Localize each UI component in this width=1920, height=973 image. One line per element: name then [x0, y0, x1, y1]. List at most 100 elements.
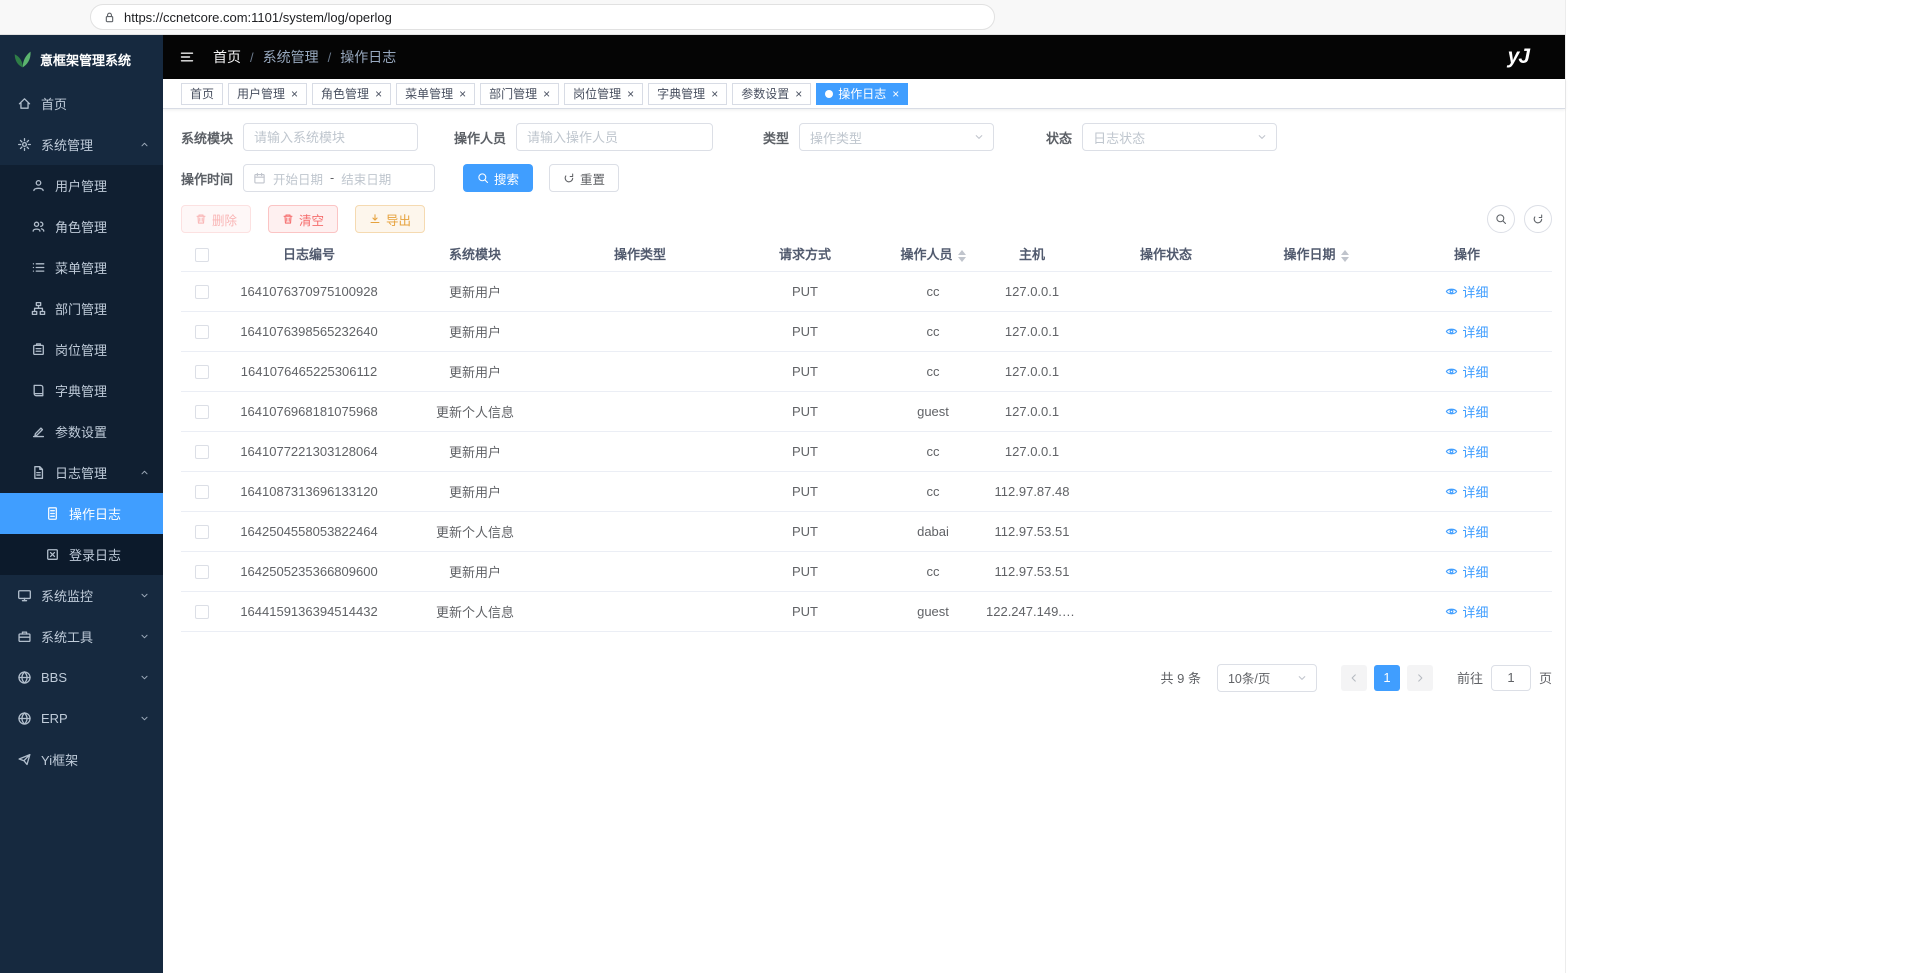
tab-role[interactable]: 角色管理×	[312, 83, 391, 105]
sidebar-item-role[interactable]: 角色管理	[0, 206, 163, 247]
cell-operator: dabai	[884, 511, 982, 551]
detail-link[interactable]: 详细	[1445, 362, 1488, 381]
sidebar-item-home[interactable]: 首页	[0, 83, 163, 124]
hamburger-icon[interactable]	[179, 49, 195, 65]
eye-icon	[1445, 365, 1458, 378]
reset-button[interactable]: 重置	[549, 164, 619, 192]
row-checkbox[interactable]	[195, 485, 209, 499]
badge-icon	[31, 342, 46, 357]
sidebar-item-operlog[interactable]: 操作日志	[0, 493, 163, 534]
row-checkbox[interactable]	[195, 445, 209, 459]
cell-log-id: 1644159136394514432	[222, 591, 396, 631]
sort-icon[interactable]	[958, 250, 966, 262]
detail-link[interactable]: 详细	[1445, 322, 1488, 341]
close-tab-icon[interactable]: ×	[375, 87, 382, 101]
breadcrumb-item[interactable]: 系统管理	[263, 47, 319, 67]
next-page-button[interactable]	[1407, 665, 1433, 691]
detail-link[interactable]: 详细	[1445, 602, 1488, 621]
close-tab-icon[interactable]: ×	[711, 87, 718, 101]
row-checkbox[interactable]	[195, 605, 209, 619]
sidebar-item-tool[interactable]: 系统工具	[0, 616, 163, 657]
close-tab-icon[interactable]: ×	[459, 87, 466, 101]
tab-operlog[interactable]: 操作日志×	[816, 83, 908, 105]
row-checkbox[interactable]	[195, 525, 209, 539]
address-bar[interactable]: https://ccnetcore.com:1101/system/log/op…	[90, 4, 995, 30]
sidebar-item-log[interactable]: 日志管理	[0, 452, 163, 493]
sidebar-item-menu[interactable]: 菜单管理	[0, 247, 163, 288]
close-tab-icon[interactable]: ×	[627, 87, 634, 101]
sidebar-item-user[interactable]: 用户管理	[0, 165, 163, 206]
detail-link[interactable]: 详细	[1445, 442, 1488, 461]
search-button[interactable]: 搜索	[463, 164, 533, 192]
detail-link[interactable]: 详细	[1445, 482, 1488, 501]
detail-link[interactable]: 详细	[1445, 402, 1488, 421]
detail-link[interactable]: 详细	[1445, 522, 1488, 541]
sidebar-item-system[interactable]: 系统管理	[0, 124, 163, 165]
page-1-button[interactable]: 1	[1374, 665, 1400, 691]
column-header[interactable]: 操作日期	[1250, 237, 1382, 271]
delete-button[interactable]: 删除	[181, 205, 251, 233]
cell-host: 127.0.0.1	[982, 431, 1082, 471]
detail-link[interactable]: 详细	[1445, 282, 1488, 301]
breadcrumb-item[interactable]: 操作日志	[340, 47, 396, 67]
close-tab-icon[interactable]: ×	[543, 87, 550, 101]
app-logo[interactable]: yJ	[1508, 45, 1529, 69]
page-size-select[interactable]: 10条/页	[1217, 664, 1317, 692]
refresh-table-button[interactable]	[1524, 205, 1552, 233]
sidebar-item-post[interactable]: 岗位管理	[0, 329, 163, 370]
goto-label: 前往	[1457, 668, 1483, 687]
column-header[interactable]: 操作人员	[884, 237, 982, 271]
date-range-picker[interactable]: 开始日期 - 结束日期	[243, 164, 435, 192]
column-header: 操作状态	[1082, 237, 1250, 271]
show-search-button[interactable]	[1487, 205, 1515, 233]
select-all-checkbox[interactable]	[195, 248, 209, 262]
sidebar-item-dict[interactable]: 字典管理	[0, 370, 163, 411]
type-select[interactable]: 操作类型	[799, 123, 994, 151]
cell-module: 更新用户	[396, 271, 554, 311]
tab-config[interactable]: 参数设置×	[732, 83, 811, 105]
sidebar-item-dept[interactable]: 部门管理	[0, 288, 163, 329]
tab-dict[interactable]: 字典管理×	[648, 83, 727, 105]
breadcrumb-item[interactable]: 首页	[213, 47, 241, 67]
export-button[interactable]: 导出	[355, 205, 425, 233]
module-input[interactable]	[243, 123, 418, 151]
row-checkbox[interactable]	[195, 365, 209, 379]
close-tab-icon[interactable]: ×	[291, 87, 298, 101]
sort-icon[interactable]	[1341, 250, 1349, 262]
operator-input[interactable]	[516, 123, 713, 151]
tab-user[interactable]: 用户管理×	[228, 83, 307, 105]
close-tab-icon[interactable]: ×	[892, 87, 899, 101]
users-icon	[31, 219, 46, 234]
chevron-down-icon	[1256, 131, 1268, 143]
row-checkbox[interactable]	[195, 565, 209, 579]
row-checkbox[interactable]	[195, 405, 209, 419]
prev-page-button[interactable]	[1341, 665, 1367, 691]
cell-host: 127.0.0.1	[982, 391, 1082, 431]
caret-down-icon	[139, 631, 150, 642]
clear-button[interactable]: 清空	[268, 205, 338, 233]
tab-menu[interactable]: 菜单管理×	[396, 83, 475, 105]
tab-post[interactable]: 岗位管理×	[564, 83, 643, 105]
tab-home[interactable]: 首页	[181, 83, 223, 105]
cell-operator: cc	[884, 471, 982, 511]
cell-module: 更新个人信息	[396, 511, 554, 551]
close-tab-icon[interactable]: ×	[795, 87, 802, 101]
goto-page-input[interactable]	[1491, 665, 1531, 691]
detail-link[interactable]: 详细	[1445, 562, 1488, 581]
sidebar-item-monitor[interactable]: 系统监控	[0, 575, 163, 616]
tab-dept[interactable]: 部门管理×	[480, 83, 559, 105]
status-select[interactable]: 日志状态	[1082, 123, 1277, 151]
sidebar-item-loginlog[interactable]: 登录日志	[0, 534, 163, 575]
row-checkbox[interactable]	[195, 285, 209, 299]
sidebar-item-bbs[interactable]: BBS	[0, 657, 163, 698]
sidebar-item-erp[interactable]: ERP	[0, 698, 163, 739]
app-brand[interactable]: 意框架管理系统	[0, 35, 163, 83]
url-text[interactable]: https://ccnetcore.com:1101/system/log/op…	[124, 10, 392, 25]
sidebar-item-yiframe[interactable]: Yi框架	[0, 739, 163, 780]
row-checkbox[interactable]	[195, 325, 209, 339]
type-label: 类型	[763, 128, 789, 147]
cell-method: PUT	[726, 271, 884, 311]
login-log-icon	[45, 547, 60, 562]
sidebar-item-config[interactable]: 参数设置	[0, 411, 163, 452]
monitor-icon	[17, 588, 32, 603]
